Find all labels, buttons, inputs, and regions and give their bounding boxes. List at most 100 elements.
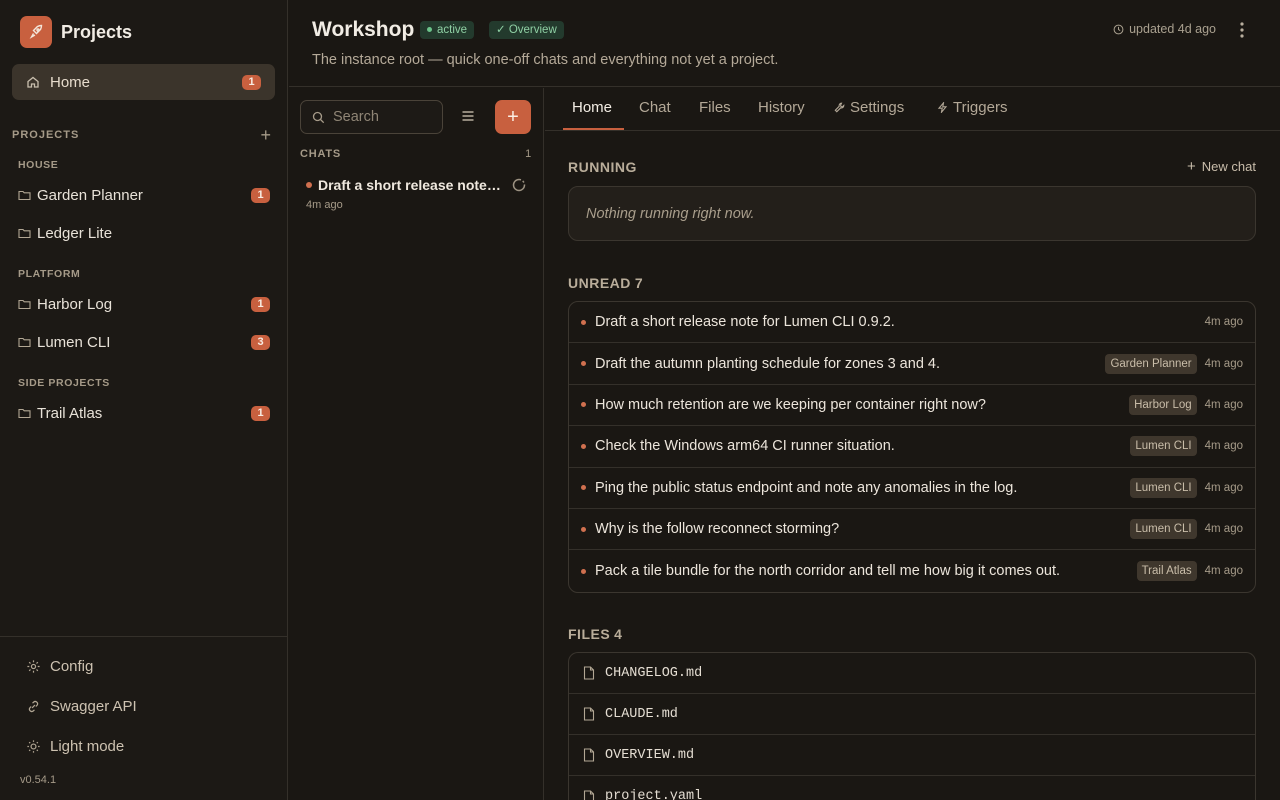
file-name: OVERVIEW.md bbox=[605, 747, 695, 763]
files-list: CHANGELOG.md CLAUDE.md OVERVIEW.md proje… bbox=[568, 652, 1256, 800]
group-label-platform: PLATFORM bbox=[18, 268, 81, 280]
project-tag: Garden Planner bbox=[1105, 353, 1197, 374]
new-chat-label: New chat bbox=[1201, 159, 1256, 174]
overview-badge[interactable]: ✓ Overview bbox=[489, 21, 564, 39]
chats-count: 1 bbox=[525, 148, 532, 160]
unread-badge: 1 bbox=[251, 296, 270, 312]
project-tag: Trail Atlas bbox=[1136, 561, 1197, 582]
sidebar-item-garden-planner[interactable]: Garden Planner 1 bbox=[18, 183, 270, 207]
projects-header: PROJECTS + bbox=[12, 126, 272, 144]
unread-dot-icon bbox=[581, 526, 586, 532]
page-subtitle: The instance root — quick one-off chats … bbox=[312, 52, 779, 68]
project-tag: Harbor Log bbox=[1129, 394, 1197, 415]
chat-list-item[interactable]: Draft a short release note for Lumen CLI… bbox=[306, 177, 528, 211]
unread-section-title: UNREAD 7 bbox=[568, 275, 643, 291]
tab-files[interactable]: Files bbox=[699, 99, 731, 116]
file-name: CLAUDE.md bbox=[605, 706, 678, 722]
project-tag: Lumen CLI bbox=[1130, 436, 1197, 457]
sidebar-item-lumen-cli[interactable]: Lumen CLI 3 bbox=[18, 330, 270, 354]
add-project-button[interactable]: + bbox=[260, 126, 272, 144]
updated-timestamp: updated 4d ago bbox=[1113, 22, 1216, 36]
unread-text: Draft the autumn planting schedule for z… bbox=[595, 355, 940, 372]
unread-dot-icon bbox=[581, 485, 586, 491]
project-label: Harbor Log bbox=[37, 295, 113, 313]
plus-icon: + bbox=[507, 106, 519, 128]
swagger-link[interactable]: Swagger API bbox=[26, 698, 137, 715]
group-label-side-projects: SIDE PROJECTS bbox=[18, 377, 110, 389]
config-link[interactable]: Config bbox=[26, 658, 93, 675]
config-label: Config bbox=[50, 658, 94, 675]
gear-icon bbox=[27, 660, 40, 673]
unread-time: 4m ago bbox=[1204, 316, 1243, 329]
version-label: v0.54.1 bbox=[20, 774, 57, 786]
sidebar: Projects Home 1 PROJECTS + HOUSE Garden … bbox=[0, 0, 288, 800]
unread-badge: 1 bbox=[251, 187, 270, 203]
unread-time: 4m ago bbox=[1204, 565, 1243, 578]
project-label: Trail Atlas bbox=[37, 404, 103, 422]
search-box[interactable] bbox=[300, 100, 443, 134]
unread-time: 4m ago bbox=[1204, 357, 1243, 370]
file-item[interactable]: project.yaml bbox=[569, 776, 1255, 800]
unread-item[interactable]: Ping the public status endpoint and note… bbox=[569, 468, 1255, 509]
active-tab-indicator bbox=[563, 128, 624, 130]
unread-text: Draft a short release note for Lumen CLI… bbox=[595, 314, 895, 331]
tab-bar: Home Chat Files History Settings Trigger… bbox=[545, 88, 1280, 131]
projects-header-label: PROJECTS bbox=[12, 129, 80, 141]
unread-item[interactable]: Pack a tile bundle for the north corrido… bbox=[569, 550, 1255, 591]
status-dot-icon bbox=[427, 27, 432, 32]
status-badge: active bbox=[420, 21, 475, 39]
search-icon bbox=[312, 111, 325, 123]
unread-text: Pack a tile bundle for the north corrido… bbox=[595, 563, 1061, 580]
tab-label: Triggers bbox=[953, 99, 1008, 116]
tab-settings[interactable]: Settings bbox=[834, 99, 904, 116]
unread-dot-icon bbox=[581, 361, 586, 367]
unread-badge: 1 bbox=[242, 74, 261, 90]
unread-count: 7 bbox=[634, 275, 644, 291]
sidebar-item-ledger-lite[interactable]: Ledger Lite bbox=[18, 221, 270, 245]
unread-dot-icon bbox=[581, 319, 586, 325]
unread-item[interactable]: Check the Windows arm64 CI runner situat… bbox=[569, 426, 1255, 468]
plus-icon: + bbox=[1187, 157, 1196, 175]
sidebar-item-harbor-log[interactable]: Harbor Log 1 bbox=[18, 292, 270, 316]
sidebar-item-trail-atlas[interactable]: Trail Atlas 1 bbox=[18, 401, 270, 425]
brand[interactable]: Projects bbox=[20, 16, 132, 48]
tab-triggers[interactable]: Triggers bbox=[937, 99, 1007, 116]
tab-label: History bbox=[758, 99, 805, 116]
tab-home[interactable]: Home bbox=[572, 99, 612, 116]
sidebar-item-label: Home bbox=[50, 73, 91, 91]
unread-time: 4m ago bbox=[1204, 523, 1243, 536]
unread-item[interactable]: Draft a short release note for Lumen CLI… bbox=[569, 302, 1255, 344]
unread-text: Why is the follow reconnect storming? bbox=[595, 521, 840, 538]
list-filter-icon[interactable] bbox=[460, 108, 476, 124]
new-chat-link[interactable]: + New chat bbox=[1187, 157, 1256, 175]
chat-list-panel: + CHATS 1 Draft a short release note for… bbox=[289, 88, 544, 800]
unread-item[interactable]: Draft the autumn planting schedule for z… bbox=[569, 343, 1255, 385]
home-icon bbox=[27, 76, 39, 88]
unread-item[interactable]: How much retention are we keeping per co… bbox=[569, 385, 1255, 427]
page-title: Workshop bbox=[312, 18, 415, 41]
tab-label: Settings bbox=[850, 99, 905, 116]
file-item[interactable]: CHANGELOG.md bbox=[569, 653, 1255, 694]
chat-title: Draft a short release note for Lumen CLI… bbox=[318, 177, 504, 193]
files-section-title: FILES 4 bbox=[568, 626, 622, 642]
new-chat-button[interactable]: + bbox=[495, 100, 531, 134]
light-mode-toggle[interactable]: Light mode bbox=[26, 738, 124, 755]
unread-item[interactable]: Why is the follow reconnect storming? Lum… bbox=[569, 509, 1255, 551]
file-icon bbox=[583, 707, 595, 721]
tab-chat[interactable]: Chat bbox=[639, 99, 671, 116]
file-item[interactable]: CLAUDE.md bbox=[569, 694, 1255, 735]
loading-spinner-icon bbox=[512, 178, 526, 192]
search-input[interactable] bbox=[333, 109, 433, 125]
project-label: Ledger Lite bbox=[37, 224, 113, 242]
tab-label: Home bbox=[572, 99, 613, 116]
unread-dot-icon bbox=[581, 443, 586, 449]
sidebar-item-home[interactable]: Home 1 bbox=[12, 64, 275, 100]
file-icon bbox=[583, 748, 595, 762]
more-options-icon[interactable] bbox=[1234, 20, 1250, 40]
file-name: CHANGELOG.md bbox=[605, 665, 703, 681]
file-item[interactable]: OVERVIEW.md bbox=[569, 735, 1255, 776]
unread-dot-icon bbox=[581, 402, 586, 408]
workspace-header: Workshop active ✓ Overview The instance … bbox=[289, 0, 1280, 87]
brand-title: Projects bbox=[61, 21, 133, 42]
tab-history[interactable]: History bbox=[758, 99, 805, 116]
